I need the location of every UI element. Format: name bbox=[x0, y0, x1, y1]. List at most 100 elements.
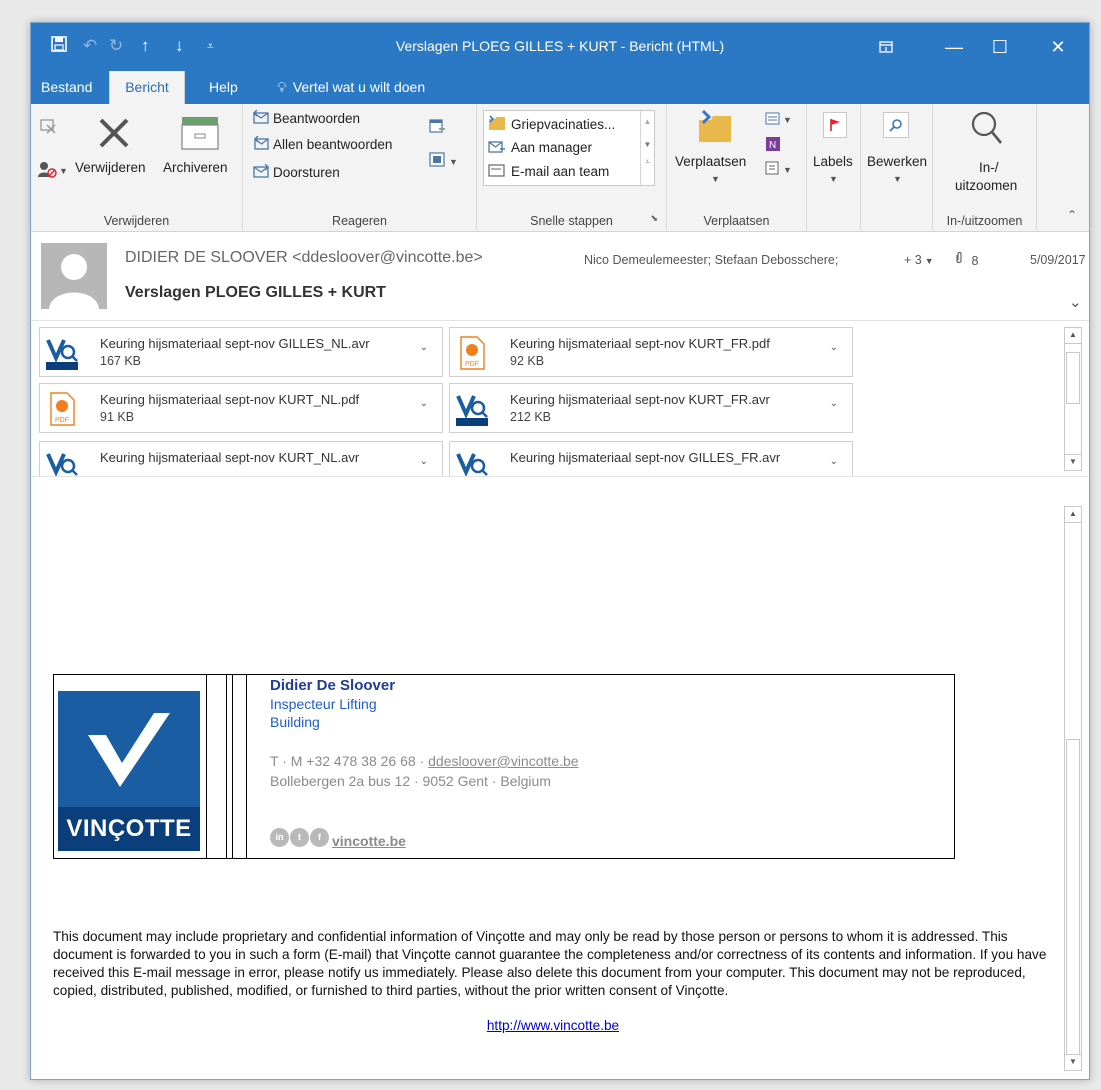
rules-icon bbox=[765, 110, 781, 129]
twitter-icon[interactable]: t bbox=[290, 827, 309, 847]
signature-logo-cell: VINÇOTTE bbox=[54, 675, 206, 858]
more-respond-menu[interactable]: ▼ bbox=[429, 152, 458, 171]
maximize-icon[interactable]: ☐ bbox=[977, 23, 1023, 71]
quickstep-item[interactable]: Aan manager bbox=[488, 139, 592, 156]
attachment-size: 167 KB bbox=[100, 354, 142, 368]
dialog-launcher-icon[interactable]: ⬊ bbox=[650, 213, 658, 224]
disclaimer-text: This document may include proprietary an… bbox=[53, 929, 1047, 998]
facebook-icon[interactable]: f bbox=[310, 827, 329, 847]
attachment-item[interactable]: PDF Keuring hijsmateriaal sept-nov KURT_… bbox=[449, 327, 853, 377]
actions-menu[interactable]: ▼ bbox=[765, 160, 792, 179]
rules-menu[interactable]: ▼ bbox=[765, 110, 792, 129]
lightbulb-icon: 💡︎ bbox=[277, 79, 287, 95]
signature-phone: T · M +32 478 38 26 68 · bbox=[270, 753, 429, 769]
attachment-item[interactable]: Keuring hijsmateriaal sept-nov KURT_FR.a… bbox=[449, 383, 853, 433]
group-label-move: Verplaatsen bbox=[703, 214, 770, 228]
attachment-item[interactable]: Keuring hijsmateriaal sept-nov GILLES_FR… bbox=[449, 441, 853, 476]
expand-header-icon[interactable]: ⌄ bbox=[1069, 293, 1082, 311]
recipients[interactable]: Nico Demeulemeester; Stefaan Debosschere… bbox=[584, 253, 838, 267]
signature-address: Bollebergen 2a bus 12 · 9052 Gent · Belg… bbox=[270, 773, 551, 789]
zoom-button[interactable]: In-/ uitzoomen bbox=[937, 108, 1033, 202]
attachment-dropdown-icon[interactable]: ⌄ bbox=[420, 398, 428, 409]
attachment-name: Keuring hijsmateriaal sept-nov KURT_FR.a… bbox=[510, 392, 770, 407]
attachment-dropdown-icon[interactable]: ⌄ bbox=[420, 456, 428, 467]
signature-email-link[interactable]: ddesloover@vincotte.be bbox=[428, 753, 578, 769]
attachment-scrollbar[interactable]: ▲ ▼ bbox=[1064, 327, 1082, 471]
attachment-dropdown-icon[interactable]: ⌄ bbox=[830, 342, 838, 353]
scroll-down-icon[interactable]: ▼ bbox=[1065, 454, 1081, 470]
vincotte-logo: VINÇOTTE bbox=[58, 691, 200, 851]
archive-label: Archiveren bbox=[163, 160, 228, 175]
attachment-dropdown-icon[interactable]: ⌄ bbox=[830, 456, 838, 467]
ribbon-display-options-icon[interactable] bbox=[863, 23, 909, 71]
quickstep-label: Aan manager bbox=[511, 140, 593, 155]
attachment-item[interactable]: Keuring hijsmateriaal sept-nov GILLES_NL… bbox=[39, 327, 443, 377]
forward-manager-icon bbox=[488, 139, 506, 156]
divider bbox=[232, 675, 233, 858]
minimize-icon[interactable]: — bbox=[931, 23, 977, 71]
tab-bericht[interactable]: Bericht bbox=[109, 71, 185, 104]
collapse-ribbon-icon[interactable]: ⌃ bbox=[1067, 208, 1077, 222]
ignore-icon[interactable] bbox=[39, 116, 57, 137]
move-button[interactable]: Verplaatsen ▼ bbox=[671, 108, 755, 192]
quickstep-item[interactable]: Griepvacinaties... bbox=[488, 115, 615, 134]
quicksteps-scroll[interactable]: ▲ ▼ ⩡ bbox=[640, 111, 654, 185]
junk-menu[interactable]: ▼ bbox=[37, 160, 68, 181]
edit-button[interactable]: Bewerken ▼ bbox=[863, 108, 931, 192]
sender[interactable]: DIDIER DE SLOOVER <ddesloover@vincotte.b… bbox=[125, 249, 483, 267]
message-date: 5/09/2017 bbox=[1030, 253, 1086, 267]
delete-button[interactable]: Verwijderen bbox=[75, 110, 151, 186]
folder-move-icon bbox=[488, 115, 506, 134]
attachment-name: Keuring hijsmateriaal sept-nov KURT_FR.p… bbox=[510, 336, 770, 351]
divider bbox=[206, 675, 207, 858]
scroll-up-icon[interactable]: ▲ bbox=[1065, 507, 1081, 523]
scroll-thumb[interactable] bbox=[1066, 352, 1080, 404]
signature-title: Inspecteur Lifting bbox=[270, 696, 377, 712]
svg-text:PDF: PDF bbox=[465, 361, 479, 368]
scroll-up-icon[interactable]: ▲ bbox=[1065, 328, 1081, 344]
signature-text: Didier De Sloover Inspecteur Lifting Bui… bbox=[270, 677, 579, 791]
reply-all-button[interactable]: Allen beantwoorden bbox=[253, 135, 393, 153]
group-label-zoom: In-/uitzoomen bbox=[946, 214, 1023, 228]
tab-bestand[interactable]: Bestand bbox=[33, 71, 100, 104]
ribbon-group-respond: Beantwoorden Allen beantwoorden Doorstur… bbox=[243, 104, 477, 230]
zoom-label-line2: uitzoomen bbox=[955, 178, 1018, 193]
attachment-item[interactable]: Keuring hijsmateriaal sept-nov KURT_NL.a… bbox=[39, 441, 443, 476]
attachment-name: Keuring hijsmateriaal sept-nov KURT_NL.a… bbox=[100, 450, 360, 465]
onenote-icon[interactable]: N bbox=[765, 136, 781, 155]
tab-help[interactable]: Help bbox=[201, 71, 246, 104]
reply-all-icon bbox=[253, 135, 269, 153]
reply-all-label: Allen beantwoorden bbox=[273, 137, 393, 152]
labels-button[interactable]: Labels ▼ bbox=[809, 108, 859, 192]
title-bar: ↶ ↻ ↑ ↓ ⩡ Verslagen PLOEG GILLES + KURT … bbox=[31, 23, 1089, 71]
scroll-down-icon[interactable]: ▼ bbox=[1065, 1054, 1081, 1070]
outlook-message-window: ↶ ↻ ↑ ↓ ⩡ Verslagen PLOEG GILLES + KURT … bbox=[30, 22, 1090, 1080]
disclaimer-link[interactable]: http://www.vincotte.be bbox=[53, 1018, 1053, 1033]
website-link[interactable]: vincotte.be bbox=[332, 833, 406, 849]
forward-button[interactable]: Doorsturen bbox=[253, 163, 340, 181]
attachment-item[interactable]: PDF Keuring hijsmateriaal sept-nov KURT_… bbox=[39, 383, 443, 433]
reply-button[interactable]: Beantwoorden bbox=[253, 109, 360, 127]
tell-me-search[interactable]: 💡︎ Vertel wat u wilt doen bbox=[269, 71, 433, 104]
archive-box-icon bbox=[181, 116, 219, 153]
logo-wordmark: VINÇOTTE bbox=[58, 807, 200, 851]
attachment-dropdown-icon[interactable]: ⌄ bbox=[420, 342, 428, 353]
ribbon-tabs: Bestand Bericht Help 💡︎ Vertel wat u wilt… bbox=[31, 71, 1089, 104]
quickstep-label: E-mail aan team bbox=[511, 164, 610, 179]
scroll-thumb[interactable] bbox=[1066, 739, 1080, 1063]
archive-button[interactable]: Archiveren bbox=[163, 110, 239, 186]
signature-contact: T · M +32 478 38 26 68 · ddesloover@vinc… bbox=[270, 751, 579, 771]
meeting-reply-icon[interactable] bbox=[429, 118, 447, 137]
flag-icon bbox=[823, 112, 847, 138]
close-icon[interactable]: ✕ bbox=[1035, 23, 1081, 71]
forward-label: Doorsturen bbox=[273, 165, 340, 180]
quickstep-item[interactable]: E-mail aan team bbox=[488, 163, 609, 180]
linkedin-icon[interactable]: in bbox=[270, 827, 289, 847]
more-recipients-button[interactable]: + 3 ▼ bbox=[904, 253, 934, 267]
more-respond-icon bbox=[429, 152, 447, 171]
labels-label: Labels bbox=[813, 154, 853, 169]
body-scrollbar[interactable]: ▲ ▼ bbox=[1064, 506, 1082, 1071]
group-label-delete: Verwijderen bbox=[103, 214, 170, 228]
attachment-dropdown-icon[interactable]: ⌄ bbox=[830, 398, 838, 409]
search-icon bbox=[883, 112, 909, 138]
